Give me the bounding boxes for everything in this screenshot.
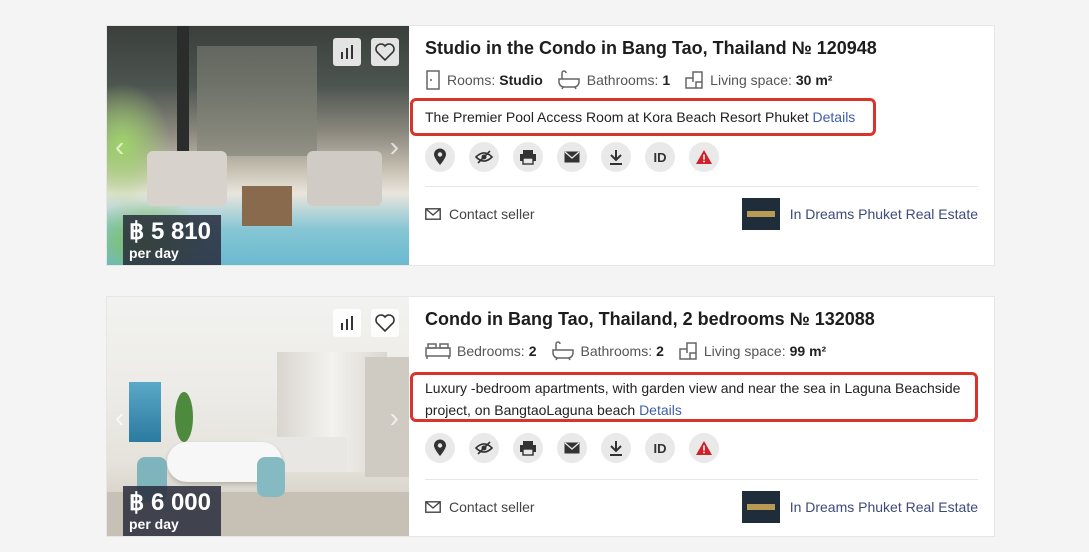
agency-link[interactable]: In Dreams Phuket Real Estate <box>741 198 978 230</box>
listing-card: ‹ › ฿ 5 810 per day Studio in the Condo … <box>106 25 995 266</box>
door-icon <box>426 70 440 90</box>
hide-icon[interactable] <box>469 433 499 463</box>
favorite-heart-icon[interactable] <box>371 309 399 337</box>
listing-photo[interactable]: ‹ › ฿ 6 000 per day <box>107 297 409 536</box>
bathtub-icon <box>558 70 580 90</box>
feature-living-space: Living space: 99 m² <box>678 341 826 361</box>
features-row: Bedrooms: 2 Bathrooms: 2 Living space: 99 m… <box>425 341 840 361</box>
price-unit: per day <box>129 516 179 532</box>
bathtub-icon <box>551 341 574 361</box>
listing-photo[interactable]: ‹ › ฿ 5 810 per day <box>107 26 409 265</box>
envelope-icon <box>425 501 441 513</box>
print-icon[interactable] <box>513 433 543 463</box>
contact-seller-link[interactable]: Contact seller <box>425 206 535 222</box>
download-icon[interactable] <box>601 433 631 463</box>
feature-bedrooms: Bedrooms: 2 <box>425 342 537 360</box>
print-icon[interactable] <box>513 142 543 172</box>
download-icon[interactable] <box>601 142 631 172</box>
divider <box>425 186 978 187</box>
action-bar: ID <box>425 433 733 463</box>
features-row: Rooms: Studio Bathrooms: 1 Living space: 30… <box>425 70 846 90</box>
envelope-icon <box>425 208 441 220</box>
feature-rooms: Rooms: Studio <box>425 70 543 90</box>
listing-title[interactable]: Condo in Bang Tao, Thailand, 2 bedrooms … <box>425 309 875 330</box>
details-link[interactable]: Details <box>813 109 856 125</box>
action-bar: ID <box>425 142 733 172</box>
price-badge: ฿ 6 000 per day <box>123 486 221 536</box>
agency-link[interactable]: In Dreams Phuket Real Estate <box>741 491 978 523</box>
floorplan-icon <box>685 71 703 89</box>
feature-bathrooms: Bathrooms: 1 <box>557 70 670 90</box>
email-icon[interactable] <box>557 142 587 172</box>
price-amount: ฿ 6 000 <box>129 489 211 516</box>
listing-card: ‹ › ฿ 6 000 per day Condo in Bang Tao, T… <box>106 296 995 537</box>
prev-photo-icon[interactable]: ‹ <box>115 131 124 163</box>
report-icon[interactable] <box>689 142 719 172</box>
agency-logo <box>741 198 780 230</box>
listing-description: Luxury -bedroom apartments, with garden … <box>410 372 978 422</box>
report-icon[interactable] <box>689 433 719 463</box>
price-badge: ฿ 5 810 per day <box>123 215 221 265</box>
hide-icon[interactable] <box>469 142 499 172</box>
location-icon[interactable] <box>425 433 455 463</box>
price-amount: ฿ 5 810 <box>129 218 211 245</box>
feature-bathrooms: Bathrooms: 2 <box>551 341 664 361</box>
contact-seller-link[interactable]: Contact seller <box>425 499 535 515</box>
compare-chart-icon[interactable] <box>333 309 361 337</box>
location-icon[interactable] <box>425 142 455 172</box>
divider <box>425 479 978 480</box>
listing-title[interactable]: Studio in the Condo in Bang Tao, Thailan… <box>425 38 877 59</box>
price-unit: per day <box>129 245 179 261</box>
bed-icon <box>425 343 451 359</box>
next-photo-icon[interactable]: › <box>390 131 399 163</box>
details-link[interactable]: Details <box>639 402 682 418</box>
feature-living-space: Living space: 30 m² <box>684 70 832 90</box>
agency-logo <box>741 491 780 523</box>
id-button[interactable]: ID <box>645 142 675 172</box>
email-icon[interactable] <box>557 433 587 463</box>
next-photo-icon[interactable]: › <box>390 402 399 434</box>
compare-chart-icon[interactable] <box>333 38 361 66</box>
prev-photo-icon[interactable]: ‹ <box>115 402 124 434</box>
floorplan-icon <box>679 342 697 360</box>
favorite-heart-icon[interactable] <box>371 38 399 66</box>
id-button[interactable]: ID <box>645 433 675 463</box>
listing-description: The Premier Pool Access Room at Kora Bea… <box>410 98 876 136</box>
